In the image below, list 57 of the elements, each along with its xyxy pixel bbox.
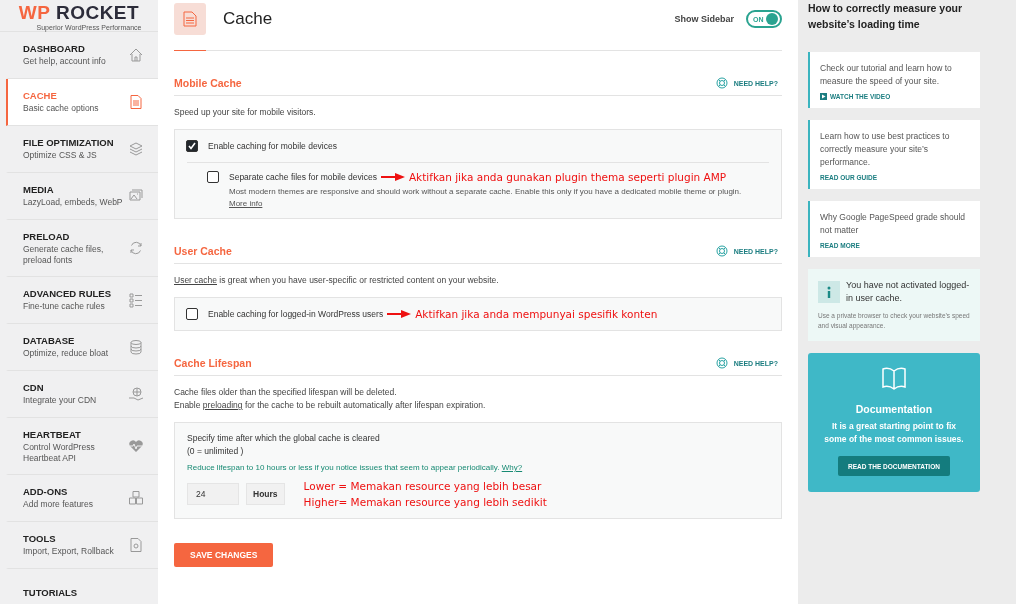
cache-icon [174,3,206,35]
hint-text: Reduce lifespan to 10 hours or less if you notice issues that seem to appear periodically. Why? [187,463,524,472]
field-label: Specify time after which the global cache is cleared [187,432,381,445]
cubes-icon [128,490,144,506]
annotation-arrow [387,310,412,318]
panel-heading: How to correctly measure your website’s loading time [808,1,964,32]
page-title: Cache [223,9,274,29]
checkbox[interactable] [207,171,219,183]
video-icon [820,93,827,100]
text-link[interactable]: More info [229,199,263,208]
unit-label: Hours [246,483,285,505]
database-icon [128,339,144,355]
option-label: Enable caching for mobile devices [208,141,337,151]
lifebuoy-icon [715,77,728,89]
section-title: User Cache [174,245,232,257]
option-description: Most modern themes are responsive and should work without a separate cache. Enable this only if you have a dedicated mobile theme or plugin. More info [229,186,743,210]
annotation-text: Aktifkan jika anda mempunyai spesifik konten [415,308,658,320]
option-label: Separate cache files for mobile devices [229,172,377,182]
text-link[interactable]: User cache [174,275,217,285]
annotation-text: Higher= Memakan resource yang lebih sedikit [303,495,547,510]
annotation-text: Lower = Memakan resource yang lebih besar [303,479,543,494]
lifespan-field[interactable]: 24 [187,483,239,505]
checkbox[interactable] [186,140,198,152]
lifebuoy-icon [715,357,728,369]
home-icon [128,47,144,63]
logo-text: WP ROCKET [18,2,140,24]
annotation-arrow [380,173,405,181]
sidebar-item[interactable]: CACHE Basic cache options [6,79,158,126]
annotation-text: Aktifkan jika anda gunakan plugin thema seperti plugin AMP [408,171,727,183]
card-text: Why Google PageSpeed grade should not matter [820,211,967,237]
lifebuoy-icon [715,245,728,257]
card-text: Learn how to use best practices to correctly measure your site’s performance. [820,130,951,169]
checkbox[interactable] [186,308,198,320]
heartbeat-icon [128,438,144,454]
layers-icon [128,141,144,157]
text-link[interactable]: preloading [202,400,243,410]
notice-title: You have not activated logged-in user cache. [846,279,970,305]
refresh-icon [128,240,144,256]
option-label: Enable caching for logged-in WordPress users [208,309,384,319]
field-note: (0 = unlimited ) [187,445,245,458]
document-icon [128,94,144,110]
image-icon [128,188,144,204]
card-text: Check our tutorial and learn how to measure the speed of your site. [820,62,953,88]
section-title: Mobile Cache [174,77,242,89]
section-title: Cache Lifespan [174,357,252,369]
section-description: Speed up your site for mobile visitors. [174,106,317,119]
document-gear-icon [128,537,144,553]
section-description: User cache is great when you have user-specific or restricted content on your website. [174,274,500,287]
info-icon [818,281,840,303]
list-icon [128,292,144,308]
documentation-text: It is a great starting point to fix some of the most common issues. [823,420,965,446]
documentation-title: Documentation [855,403,933,415]
globe-hand-icon [128,386,144,402]
toggle-label: Show Sidebar [674,14,734,24]
section-description: Cache files older than the specified lifespan will be deleted. Enable preloading for the cache to be rebuilt automatically after lifespan expiration. [174,386,487,412]
why-link[interactable]: Why? [501,463,523,472]
book-icon [881,367,907,391]
